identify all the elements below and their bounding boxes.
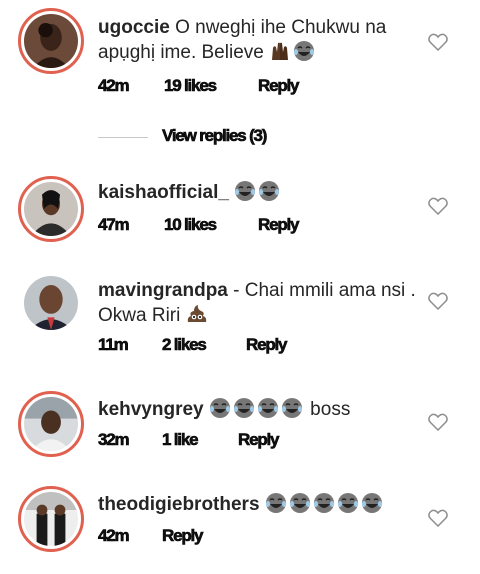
view-replies-label[interactable]: View replies (3) <box>162 126 268 146</box>
laughing-crying-icon <box>258 180 280 202</box>
comment-likes[interactable]: 10 likes <box>164 215 218 235</box>
laughing-crying-icon <box>313 492 335 514</box>
laughing-crying-icon <box>265 492 287 514</box>
comment-text: mavingrandpa - Chai mmili ama nsi . Okwa… <box>98 279 418 328</box>
comment-likes[interactable]: 19 likes <box>164 76 218 96</box>
avatar <box>24 182 78 236</box>
avatar-story-ring[interactable] <box>18 176 84 242</box>
laughing-crying-icon <box>293 40 315 62</box>
reply-button[interactable]: Reply <box>258 215 300 235</box>
comment-username[interactable]: theodigiebrothers <box>98 494 260 515</box>
comment-username[interactable]: kehvyngrey <box>98 399 204 420</box>
reply-button[interactable]: Reply <box>258 76 300 96</box>
reply-button[interactable]: Reply <box>238 430 280 450</box>
laughing-crying-icon <box>234 180 256 202</box>
poo-icon <box>186 303 208 325</box>
laughing-crying-icon <box>361 492 383 514</box>
laughing-crying-icon <box>209 397 231 419</box>
comment-username[interactable]: kaishaofficial_ <box>98 182 229 203</box>
heart-icon[interactable] <box>428 292 448 310</box>
avatar-story-ring[interactable] <box>18 486 84 552</box>
avatar <box>24 397 78 451</box>
laughing-crying-icon <box>337 492 359 514</box>
heart-icon[interactable] <box>428 413 448 431</box>
avatar-story-ring[interactable] <box>18 391 84 457</box>
reply-button[interactable]: Reply <box>162 526 204 546</box>
avatar-story-ring[interactable] <box>18 8 84 74</box>
comment-username[interactable]: mavingrandpa <box>98 280 228 301</box>
heart-icon[interactable] <box>428 197 448 215</box>
comment-time: 32m <box>98 430 130 450</box>
laughing-crying-icon <box>281 397 303 419</box>
avatar <box>24 492 78 546</box>
heart-icon[interactable] <box>428 33 448 51</box>
heart-icon[interactable] <box>428 509 448 527</box>
avatar <box>24 14 78 68</box>
comment-text: theodigiebrothers <box>98 492 418 517</box>
comment-likes[interactable]: 1 like <box>162 430 199 450</box>
comment-time: 42m <box>98 526 130 546</box>
comment-time: 11m <box>98 335 129 355</box>
view-replies-divider <box>98 137 148 138</box>
avatar[interactable] <box>24 276 78 330</box>
laughing-crying-icon <box>233 397 255 419</box>
comment-username[interactable]: ugoccie <box>98 17 170 38</box>
laughing-crying-icon <box>289 492 311 514</box>
comment-text: kehvyngrey boss <box>98 397 418 422</box>
raised-hands-icon <box>269 40 291 62</box>
laughing-crying-icon <box>257 397 279 419</box>
comment-text: ugoccie O nweghị ihe Chukwu na apụghị im… <box>98 16 418 65</box>
reply-button[interactable]: Reply <box>246 335 288 355</box>
comment-time: 42m <box>98 76 130 96</box>
comment-text: kaishaofficial_ <box>98 180 418 205</box>
avatar-image <box>24 276 78 330</box>
comment-likes[interactable]: 2 likes <box>162 335 207 355</box>
comment-body-suffix: boss <box>304 399 351 420</box>
comment-time: 47m <box>98 215 130 235</box>
